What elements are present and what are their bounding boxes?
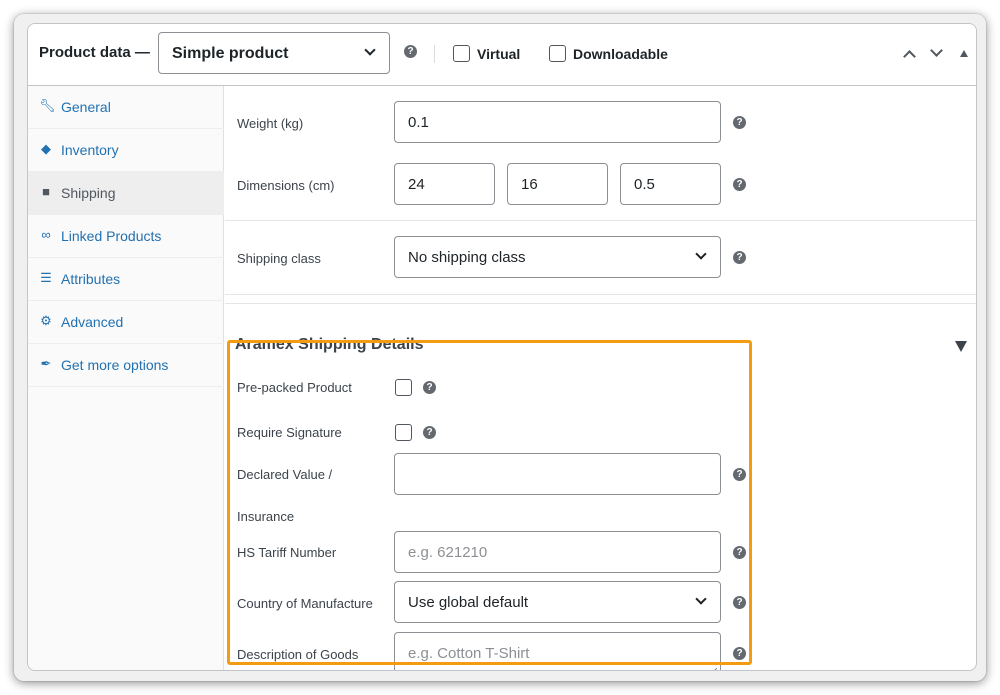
help-icon[interactable]: ? bbox=[423, 426, 436, 439]
divider bbox=[225, 294, 976, 295]
height-input[interactable]: 0.5 bbox=[620, 163, 721, 205]
help-icon[interactable]: ? bbox=[733, 546, 746, 559]
product-data-header: Product data — Simple product ? Virtual … bbox=[28, 24, 976, 86]
signature-label: Require Signature bbox=[237, 425, 342, 440]
weight-value: 0.1 bbox=[408, 114, 429, 131]
height-value: 0.5 bbox=[634, 176, 655, 193]
divider bbox=[434, 45, 435, 63]
shipping-class-label: Shipping class bbox=[237, 251, 321, 266]
list-icon: ☰ bbox=[40, 270, 52, 285]
shipping-class-value: No shipping class bbox=[408, 249, 526, 266]
tab-label: General bbox=[61, 99, 111, 115]
help-icon[interactable]: ? bbox=[733, 178, 746, 191]
help-icon[interactable]: ? bbox=[404, 45, 417, 58]
tab-advanced[interactable]: ⚙ Advanced bbox=[28, 301, 224, 344]
tab-label: Inventory bbox=[61, 142, 119, 158]
weight-label: Weight (kg) bbox=[237, 116, 304, 131]
help-icon[interactable]: ? bbox=[733, 468, 746, 481]
dimensions-label: Dimensions (cm) bbox=[237, 178, 335, 193]
country-label: Country of Manufacture bbox=[237, 596, 373, 611]
hs-tariff-input[interactable]: e.g. 621210 bbox=[394, 531, 721, 573]
move-up-icon[interactable] bbox=[903, 50, 916, 63]
declared-value-label: Declared Value / bbox=[237, 467, 333, 482]
divider bbox=[225, 220, 976, 221]
tab-inventory[interactable]: ◆ Inventory bbox=[28, 129, 224, 172]
tab-label: Shipping bbox=[61, 185, 116, 201]
prepacked-label: Pre-packed Product bbox=[237, 380, 352, 395]
length-value: 24 bbox=[408, 176, 425, 193]
resize-handle-icon[interactable] bbox=[709, 668, 717, 670]
width-value: 16 bbox=[521, 176, 538, 193]
product-data-tabs: 🔧︎ General ◆ Inventory ■ Shipping ∞ Link… bbox=[28, 86, 224, 670]
downloadable-checkbox[interactable] bbox=[549, 45, 566, 62]
country-select[interactable]: Use global default bbox=[394, 581, 721, 623]
tab-linked-products[interactable]: ∞ Linked Products bbox=[28, 215, 224, 258]
weight-input[interactable]: 0.1 bbox=[394, 101, 721, 143]
hs-tariff-placeholder: e.g. 621210 bbox=[408, 544, 488, 561]
declared-value-input[interactable] bbox=[394, 453, 721, 495]
plugin-icon: ✒ bbox=[40, 356, 52, 371]
tab-label: Attributes bbox=[61, 271, 121, 287]
tab-shipping[interactable]: ■ Shipping bbox=[28, 172, 224, 215]
help-icon[interactable]: ? bbox=[733, 596, 746, 609]
chevron-down-icon bbox=[695, 593, 707, 605]
virtual-checkbox[interactable] bbox=[453, 45, 470, 62]
wrench-icon: 🔧︎ bbox=[39, 98, 56, 113]
truck-icon: ■ bbox=[42, 184, 50, 199]
virtual-label: Virtual bbox=[477, 46, 521, 62]
collapse-toggle-icon[interactable] bbox=[960, 50, 968, 57]
section-toggle-icon[interactable] bbox=[955, 341, 967, 352]
help-icon[interactable]: ? bbox=[423, 381, 436, 394]
help-icon[interactable]: ? bbox=[733, 647, 746, 660]
shipping-panel: Weight (kg) 0.1 ? Dimensions (cm) 24 16 … bbox=[225, 86, 976, 670]
hs-tariff-label: HS Tariff Number bbox=[237, 545, 337, 560]
divider bbox=[225, 303, 976, 304]
tab-label: Get more options bbox=[61, 357, 169, 373]
signature-checkbox[interactable] bbox=[395, 424, 412, 441]
product-type-select[interactable]: Simple product bbox=[158, 32, 390, 74]
chevron-down-icon bbox=[364, 44, 376, 56]
country-value: Use global default bbox=[408, 594, 529, 611]
tab-attributes[interactable]: ☰ Attributes bbox=[28, 258, 224, 301]
downloadable-label: Downloadable bbox=[573, 46, 668, 62]
declared-value-label-cont: Insurance bbox=[237, 509, 295, 524]
description-placeholder: e.g. Cotton T-Shirt bbox=[408, 645, 530, 662]
help-icon[interactable]: ? bbox=[733, 251, 746, 264]
description-label: Description of Goods bbox=[237, 647, 359, 662]
chevron-down-icon bbox=[695, 248, 707, 260]
help-icon[interactable]: ? bbox=[733, 116, 746, 129]
aramex-section-title: Aramex Shipping Details bbox=[235, 336, 424, 353]
tab-general[interactable]: 🔧︎ General bbox=[28, 86, 224, 129]
product-data-title: Product data — bbox=[39, 44, 150, 61]
width-input[interactable]: 16 bbox=[507, 163, 608, 205]
link-icon: ∞ bbox=[41, 227, 51, 242]
description-textarea[interactable]: e.g. Cotton T-Shirt bbox=[394, 632, 721, 670]
length-input[interactable]: 24 bbox=[394, 163, 495, 205]
shipping-class-select[interactable]: No shipping class bbox=[394, 236, 721, 278]
product-type-value: Simple product bbox=[172, 45, 289, 62]
prepacked-checkbox[interactable] bbox=[395, 379, 412, 396]
product-data-panel: Product data — Simple product ? Virtual … bbox=[27, 23, 977, 671]
tab-label: Linked Products bbox=[61, 228, 162, 244]
tab-get-more-options[interactable]: ✒ Get more options bbox=[28, 344, 224, 387]
tab-label: Advanced bbox=[61, 314, 124, 330]
gear-icon: ⚙ bbox=[40, 313, 52, 328]
tag-icon: ◆ bbox=[41, 141, 51, 156]
move-down-icon[interactable] bbox=[930, 44, 943, 57]
